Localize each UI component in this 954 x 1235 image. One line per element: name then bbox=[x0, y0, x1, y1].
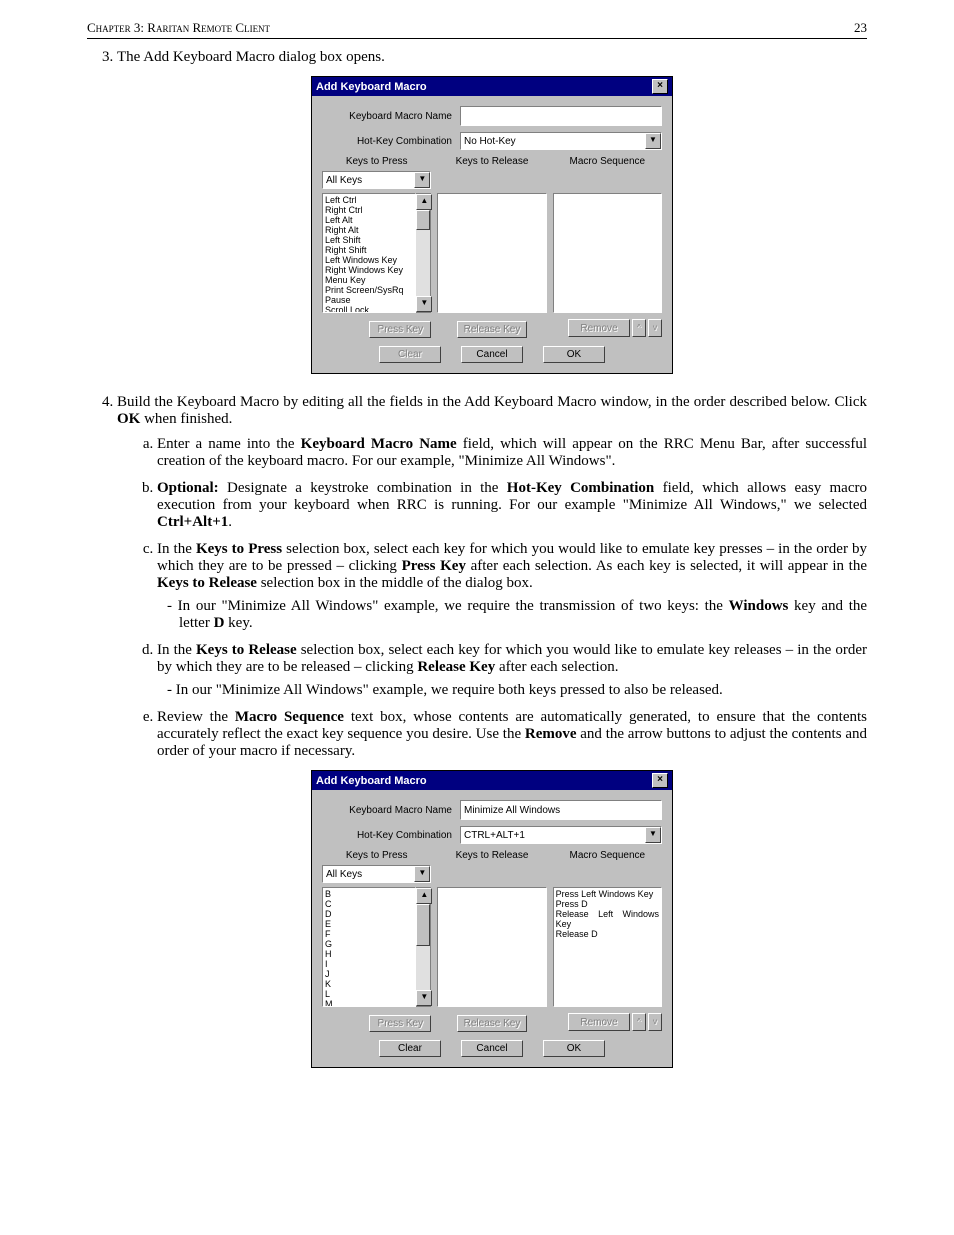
press-key-button[interactable]: Press Key bbox=[369, 321, 431, 338]
list-item[interactable]: G bbox=[325, 939, 413, 949]
keys-to-release-label: Keys to Release bbox=[437, 850, 546, 861]
macro-sequence-listbox[interactable]: Press Left Windows KeyPress DRelease Lef… bbox=[553, 887, 662, 1007]
list-item[interactable]: M bbox=[325, 999, 413, 1007]
move-up-button[interactable]: ^ bbox=[632, 1013, 646, 1031]
scroll-up-icon[interactable]: ▲ bbox=[416, 194, 432, 210]
list-item[interactable]: F bbox=[325, 929, 413, 939]
list-item[interactable]: Left Shift bbox=[325, 235, 413, 245]
list-item[interactable]: E bbox=[325, 919, 413, 929]
chevron-down-icon[interactable]: ▼ bbox=[645, 133, 661, 149]
list-item[interactable]: J bbox=[325, 969, 413, 979]
list-item[interactable]: Left Windows Key bbox=[325, 255, 413, 265]
key-category-combo[interactable]: All Keys ▼ bbox=[322, 171, 431, 189]
keys-to-press-listbox[interactable]: BCDEFGHIJKLMN bbox=[322, 887, 416, 1007]
release-key-button[interactable]: Release Key bbox=[457, 1015, 528, 1032]
list-item[interactable]: Scroll Lock bbox=[325, 305, 413, 313]
list-item[interactable]: Press Left Windows Key bbox=[556, 889, 659, 899]
ok-button[interactable]: OK bbox=[543, 1040, 605, 1057]
macro-name-input[interactable] bbox=[460, 800, 662, 820]
list-item[interactable]: K bbox=[325, 979, 413, 989]
hotkey-combo[interactable]: No Hot-Key ▼ bbox=[460, 132, 662, 150]
remove-button[interactable]: Remove bbox=[568, 1013, 630, 1031]
ok-button[interactable]: OK bbox=[543, 346, 605, 363]
keys-to-press-listbox[interactable]: Left CtrlRight CtrlLeft AltRight AltLeft… bbox=[322, 193, 416, 313]
list-item[interactable]: Left Alt bbox=[325, 215, 413, 225]
scrollbar[interactable]: ▲ ▼ bbox=[416, 887, 431, 1007]
hotkey-label: Hot-Key Combination bbox=[322, 830, 460, 841]
close-icon[interactable]: × bbox=[652, 79, 668, 94]
dialog-title: Add Keyboard Macro bbox=[316, 775, 427, 787]
list-item[interactable]: Left Ctrl bbox=[325, 195, 413, 205]
list-item[interactable]: Press D bbox=[556, 899, 659, 909]
list-item[interactable]: Right Ctrl bbox=[325, 205, 413, 215]
scroll-down-icon[interactable]: ▼ bbox=[416, 296, 432, 312]
chevron-down-icon[interactable]: ▼ bbox=[414, 866, 430, 882]
move-up-button[interactable]: ^ bbox=[632, 319, 646, 337]
keys-to-release-label: Keys to Release bbox=[437, 156, 546, 167]
key-category-combo[interactable]: All Keys ▼ bbox=[322, 865, 431, 883]
macro-name-label: Keyboard Macro Name bbox=[322, 805, 460, 816]
keys-to-press-label: Keys to Press bbox=[322, 156, 431, 167]
list-item[interactable]: L bbox=[325, 989, 413, 999]
add-keyboard-macro-dialog-1: Add Keyboard Macro × Keyboard Macro Name… bbox=[311, 76, 673, 374]
release-key-button[interactable]: Release Key bbox=[457, 321, 528, 338]
move-down-button[interactable]: v bbox=[648, 319, 662, 337]
list-item[interactable]: Release Left Windows Key bbox=[556, 909, 659, 929]
cancel-button[interactable]: Cancel bbox=[461, 1040, 523, 1057]
list-item[interactable]: Pause bbox=[325, 295, 413, 305]
list-item[interactable]: B bbox=[325, 889, 413, 899]
substep-a: Enter a name into the Keyboard Macro Nam… bbox=[157, 436, 867, 470]
list-item[interactable]: Right Windows Key bbox=[325, 265, 413, 275]
macro-name-input[interactable] bbox=[460, 106, 662, 126]
list-item[interactable]: Right Alt bbox=[325, 225, 413, 235]
substep-d: In the Keys to Release selection box, se… bbox=[157, 642, 867, 699]
chevron-down-icon[interactable]: ▼ bbox=[645, 827, 661, 843]
hotkey-label: Hot-Key Combination bbox=[322, 136, 460, 147]
move-down-button[interactable]: v bbox=[648, 1013, 662, 1031]
scrollbar[interactable]: ▲ ▼ bbox=[416, 193, 431, 313]
macro-sequence-label: Macro Sequence bbox=[553, 156, 662, 167]
add-keyboard-macro-dialog-2: Add Keyboard Macro × Keyboard Macro Name… bbox=[311, 770, 673, 1068]
header-page-number: 23 bbox=[854, 20, 867, 36]
remove-button[interactable]: Remove bbox=[568, 319, 630, 337]
list-item[interactable]: Right Shift bbox=[325, 245, 413, 255]
close-icon[interactable]: × bbox=[652, 773, 668, 788]
substep-c: In the Keys to Press selection box, sele… bbox=[157, 541, 867, 632]
page-header: Chapter 3: Raritan Remote Client 23 bbox=[87, 20, 867, 39]
substep-b: Optional: Designate a keystroke combinat… bbox=[157, 480, 867, 531]
keys-to-release-listbox[interactable] bbox=[437, 193, 546, 313]
chevron-down-icon[interactable]: ▼ bbox=[414, 172, 430, 188]
list-item[interactable]: D bbox=[325, 909, 413, 919]
step-4: Build the Keyboard Macro by editing all … bbox=[117, 394, 867, 1068]
list-item[interactable]: Release D bbox=[556, 929, 659, 939]
substep-e: Review the Macro Sequence text box, whos… bbox=[157, 709, 867, 760]
keys-to-release-listbox[interactable] bbox=[437, 887, 546, 1007]
macro-sequence-listbox[interactable] bbox=[553, 193, 662, 313]
list-item[interactable]: I bbox=[325, 959, 413, 969]
cancel-button[interactable]: Cancel bbox=[461, 346, 523, 363]
list-item[interactable]: C bbox=[325, 899, 413, 909]
header-chapter: Chapter 3: Raritan Remote Client bbox=[87, 20, 270, 36]
list-item[interactable]: Menu Key bbox=[325, 275, 413, 285]
scroll-down-icon[interactable]: ▼ bbox=[416, 990, 432, 1006]
clear-button[interactable]: Clear bbox=[379, 346, 441, 363]
hotkey-combo[interactable]: CTRL+ALT+1 ▼ bbox=[460, 826, 662, 844]
press-key-button[interactable]: Press Key bbox=[369, 1015, 431, 1032]
macro-name-label: Keyboard Macro Name bbox=[322, 111, 460, 122]
macro-sequence-label: Macro Sequence bbox=[553, 850, 662, 861]
clear-button[interactable]: Clear bbox=[379, 1040, 441, 1057]
step-3: The Add Keyboard Macro dialog box opens.… bbox=[117, 49, 867, 374]
list-item[interactable]: Print Screen/SysRq bbox=[325, 285, 413, 295]
scroll-up-icon[interactable]: ▲ bbox=[416, 888, 432, 904]
list-item[interactable]: H bbox=[325, 949, 413, 959]
keys-to-press-label: Keys to Press bbox=[322, 850, 431, 861]
dialog-title: Add Keyboard Macro bbox=[316, 81, 427, 93]
